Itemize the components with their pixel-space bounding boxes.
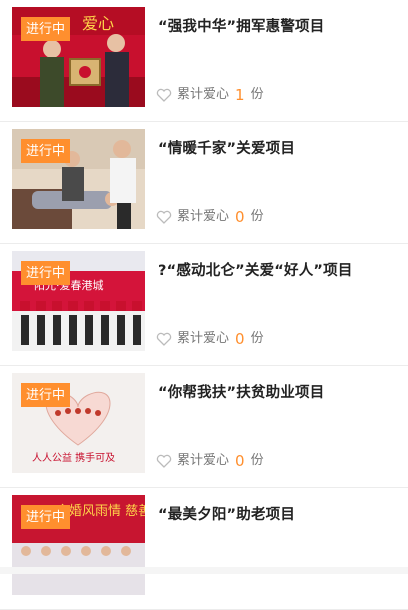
project-title[interactable]: “情暖千家”关爱项目 [158,137,398,158]
project-list: 爱心 进行中 “强我中华”拥军惠警项目 累计爱心 1 份 进行中 “情暖千家”关… [0,0,408,610]
love-count-row: 累计爱心 0 份 [156,330,264,348]
heart-outline-icon[interactable] [156,454,172,468]
love-count: 0 [235,330,245,348]
project-thumbnail[interactable]: 人人公益 携手可及 进行中 [12,373,145,473]
heart-outline-icon[interactable] [156,210,172,224]
project-thumbnail[interactable]: 进行中 [12,129,145,229]
love-count-row: 累计爱心 0 份 [156,208,264,226]
project-item[interactable]: 人人公益 携手可及 进行中 “你帮我扶”扶贫助业项目 累计爱心 0 份 [0,366,408,488]
project-item[interactable]: 阳光·爱春港城 进行中 ?“感动北仑”关爱“好人”项目 累计爱心 0 份 [0,244,408,366]
love-count: 0 [235,208,245,226]
love-count-row: 累计爱心 0 份 [156,452,264,470]
love-unit: 份 [250,331,264,346]
project-item[interactable]: 金婚风雨情 慈善暖人心 进行中 “最美夕阳”助老项目 [0,488,408,610]
status-badge: 进行中 [21,383,70,407]
project-title[interactable]: ?“感动北仑”关爱“好人”项目 [158,259,398,280]
project-thumbnail[interactable]: 爱心 进行中 [12,7,145,107]
status-badge: 进行中 [21,505,70,529]
project-thumbnail[interactable]: 阳光·爱春港城 进行中 [12,251,145,351]
banner-text: 爱心 [82,14,114,33]
project-item[interactable]: 进行中 “情暖千家”关爱项目 累计爱心 0 份 [0,122,408,244]
status-badge: 进行中 [21,261,70,285]
project-title[interactable]: “最美夕阳”助老项目 [158,503,398,524]
love-label: 累计爱心 [177,87,230,102]
project-title[interactable]: “你帮我扶”扶贫助业项目 [158,381,398,402]
bottom-divider [0,567,408,574]
love-label: 累计爱心 [177,331,230,346]
love-unit: 份 [250,87,264,102]
love-label: 累计爱心 [177,453,230,468]
project-item[interactable]: 爱心 进行中 “强我中华”拥军惠警项目 累计爱心 1 份 [0,0,408,122]
love-unit: 份 [250,209,264,224]
love-count: 0 [235,452,245,470]
project-title[interactable]: “强我中华”拥军惠警项目 [158,15,398,36]
heart-outline-icon[interactable] [156,332,172,346]
slogan-text: 人人公益 携手可及 [32,451,115,464]
heart-outline-icon[interactable] [156,88,172,102]
love-unit: 份 [250,453,264,468]
love-count: 1 [235,86,245,104]
status-badge: 进行中 [21,17,70,41]
love-count-row: 累计爱心 1 份 [156,86,264,104]
project-thumbnail[interactable]: 金婚风雨情 慈善暖人心 进行中 [12,495,145,595]
status-badge: 进行中 [21,139,70,163]
love-label: 累计爱心 [177,209,230,224]
